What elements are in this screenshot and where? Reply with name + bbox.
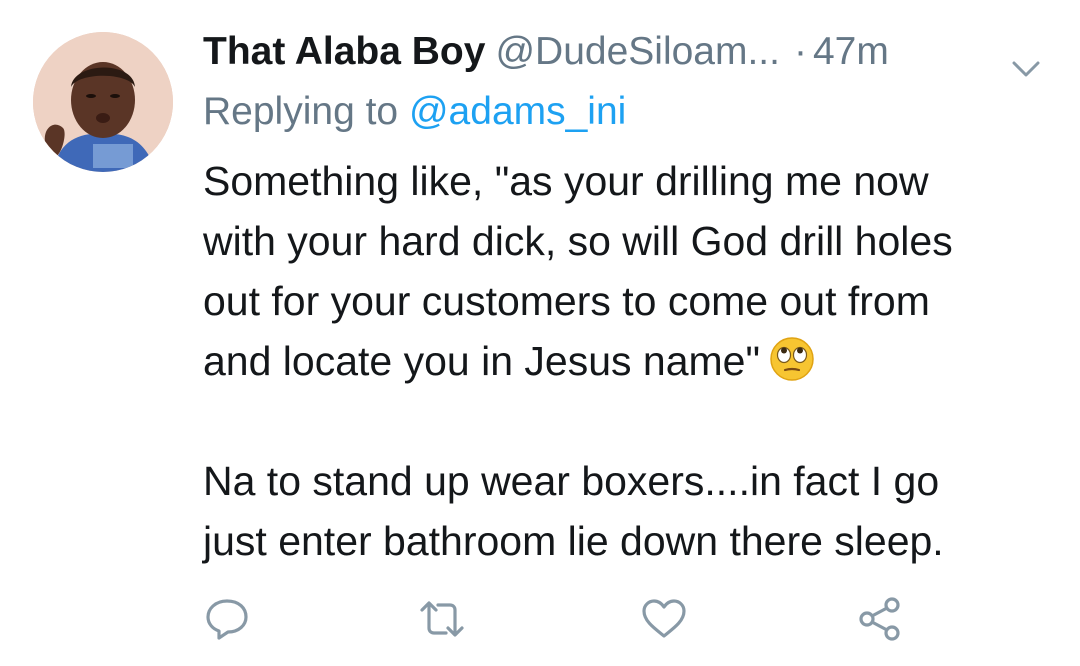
tweet-text: Something like, "as your drilling me now… <box>203 151 1063 571</box>
tweet-text-line: with your hard dick, so will God drill h… <box>203 218 953 264</box>
retweet-button[interactable] <box>418 596 466 642</box>
face-with-rolling-eyes-icon <box>768 335 816 383</box>
heart-icon <box>640 596 688 642</box>
tweet-text-line: Na to stand up wear boxers....in fact I … <box>203 458 940 504</box>
replying-to-label: Replying to <box>203 90 399 133</box>
tweet-text-line-with-emoji: and locate you in Jesus name" <box>203 331 1063 391</box>
tweet-text-line: and locate you in Jesus name" <box>203 338 761 384</box>
action-bar <box>0 596 1080 646</box>
avatar-image <box>33 32 173 172</box>
reply-button[interactable] <box>203 596 251 642</box>
chevron-down-icon[interactable] <box>1011 40 1041 77</box>
like-button[interactable] <box>640 596 688 642</box>
tweet-header: That Alaba Boy @DudeSiloam... · 47m <box>203 24 1053 80</box>
user-handle[interactable]: @DudeSiloam... <box>495 30 780 73</box>
tweet-text-line: out for your customers to come out from <box>203 278 930 324</box>
speech-bubble-icon <box>203 596 251 642</box>
timestamp[interactable]: 47m <box>813 30 889 73</box>
replying-to: Replying to @adams_ini <box>203 84 626 140</box>
tweet-text-line: just enter bathroom lie down there sleep… <box>203 518 944 564</box>
avatar[interactable] <box>33 32 173 172</box>
display-name[interactable]: That Alaba Boy <box>203 30 485 73</box>
tweet-text-line: Something like, "as your drilling me now <box>203 158 929 204</box>
retweet-icon <box>418 596 466 642</box>
tweet-card[interactable]: That Alaba Boy @DudeSiloam... · 47m Replyin… <box>0 0 1080 666</box>
share-button[interactable] <box>856 596 904 642</box>
share-icon <box>856 596 904 642</box>
reply-handle-link[interactable]: @adams_ini <box>409 90 626 133</box>
separator-dot: · <box>793 30 807 73</box>
